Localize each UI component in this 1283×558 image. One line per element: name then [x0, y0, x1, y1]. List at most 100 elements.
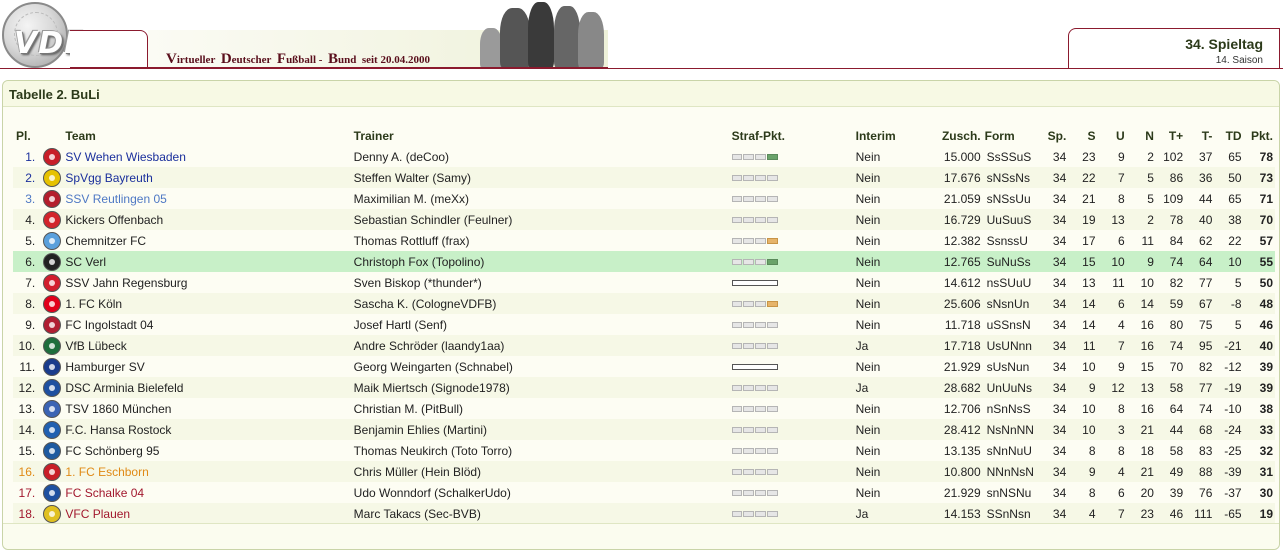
col-header-pl: Pl. [16, 129, 31, 143]
team-crest-icon[interactable] [43, 315, 62, 334]
table-row: 9. FC Ingolstadt 04 Josef Hartl (Senf) Nein… [13, 314, 1275, 335]
games-played: 34 [1039, 503, 1069, 524]
trainer-name[interactable]: Denny A. (deCoo) [351, 146, 730, 167]
trainer-name[interactable]: Josef Hartl (Senf) [351, 314, 730, 335]
trainer-name[interactable]: Sven Biskop (*thunder*) [351, 272, 730, 293]
team-crest-icon[interactable] [43, 294, 62, 313]
trainer-name[interactable]: Georg Weingarten (Schnabel) [351, 356, 730, 377]
penalty-bar [731, 511, 778, 518]
team-name-link[interactable]: SpVgg Bayreuth [63, 167, 352, 188]
panel-title-bar: Tabelle 2. BuLi [3, 81, 1279, 107]
trainer-name[interactable]: Maximilian M. (meXx) [351, 188, 730, 209]
team-crest-icon[interactable] [43, 252, 62, 271]
wins: 4 [1068, 503, 1098, 524]
trainer-name[interactable]: Thomas Neukirch (Toto Torro) [351, 440, 730, 461]
penalty-bar [731, 322, 778, 329]
draws: 7 [1097, 503, 1127, 524]
team-crest-icon[interactable] [43, 210, 62, 229]
losses: 21 [1126, 419, 1156, 440]
team-crest-icon[interactable] [43, 441, 62, 460]
team-crest-icon[interactable] [43, 336, 62, 355]
goals-against: 77 [1185, 272, 1215, 293]
points: 32 [1243, 440, 1275, 461]
team-name-link[interactable]: SC Verl [63, 251, 352, 272]
wins: 10 [1068, 419, 1098, 440]
team-name-link[interactable]: VFC Plauen [63, 503, 352, 524]
team-name-link[interactable]: VfB Lübeck [63, 335, 352, 356]
trainer-name[interactable]: Christian M. (PitBull) [351, 398, 730, 419]
goals-against: 40 [1185, 209, 1215, 230]
trainer-name[interactable]: Chris Müller (Hein Blöd) [351, 461, 730, 482]
team-name-link[interactable]: Hamburger SV [63, 356, 352, 377]
team-crest-icon[interactable] [43, 483, 62, 502]
wins: 21 [1068, 188, 1098, 209]
team-name-link[interactable]: 1. FC Eschborn [63, 461, 352, 482]
row-position: 11. [13, 356, 42, 377]
goals-for: 64 [1155, 398, 1186, 419]
points: 38 [1243, 398, 1275, 419]
team-crest-icon[interactable] [43, 378, 62, 397]
games-played: 34 [1039, 188, 1069, 209]
team-name-link[interactable]: TSV 1860 München [63, 398, 352, 419]
team-crest-icon[interactable] [43, 357, 62, 376]
trainer-name[interactable]: Benjamin Ehlies (Martini) [351, 419, 730, 440]
goal-difference: 5 [1214, 272, 1244, 293]
team-name-link[interactable]: Chemnitzer FC [63, 230, 352, 251]
trainer-name[interactable]: Sascha K. (CologneVDFB) [351, 293, 730, 314]
team-name-link[interactable]: FC Ingolstadt 04 [63, 314, 352, 335]
row-position: 16. [13, 461, 42, 482]
matchday-title: 34. Spieltag [1185, 36, 1263, 52]
form-value: sNsnUn [982, 293, 1040, 314]
team-name-link[interactable]: Kickers Offenbach [63, 209, 352, 230]
penalty-points-cell [729, 377, 854, 398]
team-crest-icon[interactable] [43, 168, 62, 187]
penalty-points-cell [729, 440, 854, 461]
trainer-name[interactable]: Marc Takacs (Sec-BVB) [351, 503, 730, 524]
team-name-link[interactable]: SV Wehen Wiesbaden [63, 146, 352, 167]
form-value: UsUNnn [982, 335, 1040, 356]
team-crest-icon[interactable] [43, 420, 62, 439]
trainer-name[interactable]: Maik Miertsch (Signode1978) [351, 377, 730, 398]
goal-difference: -25 [1214, 440, 1244, 461]
team-crest-icon[interactable] [43, 273, 62, 292]
penalty-bar [731, 301, 778, 308]
team-crest-icon[interactable] [43, 462, 62, 481]
goals-for: 58 [1155, 440, 1186, 461]
goal-difference: 22 [1214, 230, 1244, 251]
col-header-logo [41, 126, 63, 146]
draws: 9 [1097, 356, 1127, 377]
row-position: 3. [13, 188, 42, 209]
goals-against: 68 [1185, 419, 1215, 440]
interim-value: Nein [853, 209, 915, 230]
interim-value: Nein [853, 356, 915, 377]
trainer-name[interactable]: Andre Schröder (laandy1aa) [351, 335, 730, 356]
team-crest-icon[interactable] [43, 231, 62, 250]
col-header-pkt: Pkt. [1250, 129, 1273, 143]
standings-rows: 1. SV Wehen Wiesbaden Denny A. (deCoo) Nein… [13, 146, 1275, 524]
trainer-name[interactable]: Steffen Walter (Samy) [351, 167, 730, 188]
team-name-link[interactable]: FC Schönberg 95 [63, 440, 352, 461]
team-name-link[interactable]: DSC Arminia Bielefeld [63, 377, 352, 398]
team-crest-icon[interactable] [43, 147, 62, 166]
team-crest-icon[interactable] [43, 189, 62, 208]
team-name-link[interactable]: F.C. Hansa Rostock [63, 419, 352, 440]
team-name-link[interactable]: SSV Jahn Regensburg [63, 272, 352, 293]
trainer-name[interactable]: Thomas Rottluff (frax) [351, 230, 730, 251]
team-crest-icon[interactable] [43, 399, 62, 418]
slogan-initial: F [276, 51, 287, 67]
team-name-link[interactable]: FC Schalke 04 [63, 482, 352, 503]
goals-for: 74 [1155, 251, 1186, 272]
team-name-link[interactable]: SSV Reutlingen 05 [63, 188, 352, 209]
team-name-link[interactable]: 1. FC Köln [63, 293, 352, 314]
penalty-bar [731, 427, 778, 434]
team-crest-icon[interactable] [43, 504, 62, 523]
spectators-value: 12.765 [914, 251, 983, 272]
goals-against: 67 [1185, 293, 1215, 314]
trainer-name[interactable]: Sebastian Schindler (Feulner) [351, 209, 730, 230]
interim-value: Nein [853, 314, 915, 335]
points: 30 [1243, 482, 1275, 503]
interim-value: Nein [853, 461, 915, 482]
losses: 10 [1126, 272, 1156, 293]
trainer-name[interactable]: Christoph Fox (Topolino) [351, 251, 730, 272]
trainer-name[interactable]: Udo Wonndorf (SchalkerUdo) [351, 482, 730, 503]
